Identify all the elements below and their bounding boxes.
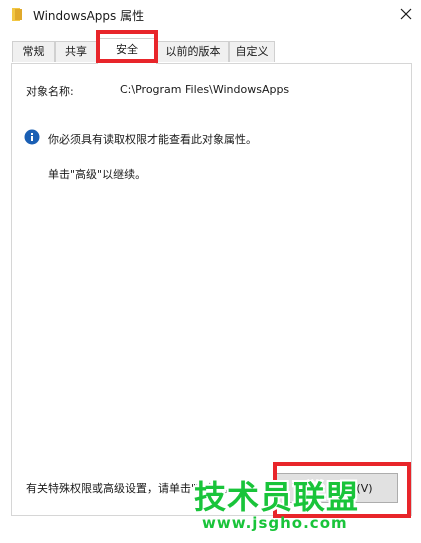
tab-sharing[interactable]: 共享	[55, 41, 97, 62]
advanced-hint: 有关特殊权限或高级设置，请单击"高级"。	[26, 482, 235, 495]
close-icon	[400, 8, 412, 23]
close-button[interactable]	[390, 0, 421, 30]
info-icon	[24, 129, 40, 145]
folder-icon	[12, 8, 24, 21]
window-title: WindowsApps 属性	[33, 9, 145, 23]
security-panel: 对象名称: C:\Program Files\WindowsApps 你必须具有…	[11, 63, 412, 516]
object-name-value: C:\Program Files\WindowsApps	[120, 83, 290, 96]
tab-strip: 常规 共享 安全 以前的版本 自定义	[0, 30, 421, 64]
info-message: 你必须具有读取权限才能查看此对象属性。	[48, 133, 257, 146]
advanced-button[interactable]: 高级(V)	[275, 473, 398, 503]
advanced-button-label: 高级(V)	[334, 482, 373, 495]
title-bar[interactable]: WindowsApps 属性	[0, 0, 421, 30]
tab-security[interactable]: 安全	[97, 38, 157, 64]
object-name-label: 对象名称:	[26, 85, 74, 98]
watermark-url: www.jsgho.com	[202, 514, 348, 532]
tab-previous-versions[interactable]: 以前的版本	[157, 41, 229, 62]
tab-customize[interactable]: 自定义	[229, 41, 275, 62]
properties-dialog: WindowsApps 属性 常规 共享 安全 以前的版本 自定义 对象名称: …	[0, 0, 421, 543]
continue-hint: 单击"高级"以继续。	[48, 168, 147, 181]
tab-general[interactable]: 常规	[12, 41, 55, 62]
